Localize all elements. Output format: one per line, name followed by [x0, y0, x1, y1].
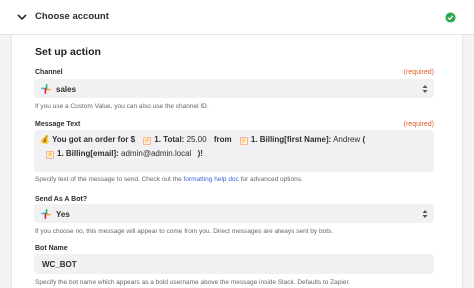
bot-name-value: WC_BOT	[42, 260, 77, 269]
bot-label: Send As A Bot?	[35, 196, 88, 203]
message-paren: (	[362, 135, 366, 144]
channel-required: (required)	[403, 69, 434, 76]
bot-name-label: Bot Name	[35, 245, 68, 252]
channel-value: sales	[56, 85, 77, 94]
message-text-field[interactable]: 💰 You got an order for $ ⚡ 1. Total: 25.0…	[34, 130, 434, 172]
formatting-help-link[interactable]: formatting help doc	[184, 176, 239, 183]
zapier-step-icon: ⚡	[143, 137, 152, 145]
field-pill-first-name[interactable]: ⚡ 1. Billing[first Name]: Andrew	[234, 133, 360, 147]
message-help: Specify text of the message to send. Che…	[35, 176, 303, 183]
zapier-step-icon: ⚡	[46, 151, 54, 159]
check-circle-icon	[445, 12, 456, 23]
slack-icon	[41, 209, 51, 219]
step-title: Choose account	[35, 11, 109, 22]
channel-help: If you use a Custom Value, you can also …	[35, 103, 209, 110]
message-intro: You got an order for $	[52, 135, 136, 144]
zapier-step-icon: ⚡	[239, 137, 248, 145]
channel-label: Channel	[35, 69, 63, 76]
field-pill-total[interactable]: ⚡ 1. Total: 25.00	[137, 133, 207, 147]
bot-help: If you choose no, this message will appe…	[35, 228, 334, 235]
message-required: (required)	[403, 121, 434, 128]
send-as-bot-select[interactable]: Yes	[34, 204, 434, 223]
slack-icon	[41, 84, 51, 94]
message-from: from	[213, 135, 232, 144]
field-pill-email[interactable]: ⚡ 1. Billing[email]: admin@admin.local	[40, 147, 191, 161]
chevron-down-icon[interactable]	[16, 11, 28, 23]
step-header[interactable]: Choose account	[0, 0, 474, 35]
caret-updown-icon[interactable]	[422, 209, 428, 219]
money-bag-icon: 💰	[40, 135, 50, 144]
channel-select[interactable]: sales	[34, 79, 434, 98]
section-title: Set up action	[35, 46, 101, 58]
bot-name-help: Specify the bot name which appears as a …	[35, 279, 351, 286]
caret-updown-icon[interactable]	[422, 84, 428, 94]
bot-value: Yes	[56, 210, 70, 219]
message-close: )!	[197, 149, 203, 158]
bot-name-input[interactable]: WC_BOT	[34, 254, 434, 274]
message-label: Message Text	[35, 121, 81, 128]
